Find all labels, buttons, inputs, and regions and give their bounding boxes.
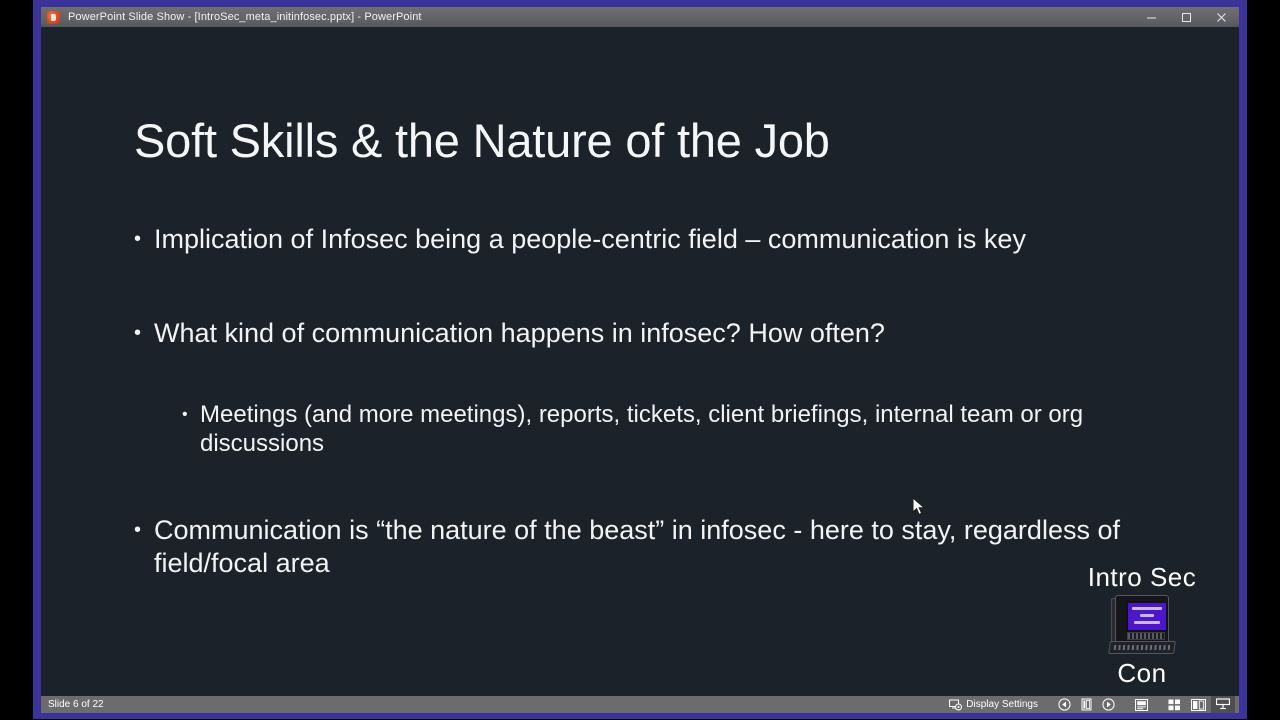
display-settings-button[interactable]: Display Settings: [944, 696, 1043, 713]
maximize-icon: [1182, 12, 1191, 22]
minimize-icon: [1147, 17, 1156, 18]
powerpoint-slideshow-window: PowerPoint Slide Show - [IntroSec_meta_i…: [41, 7, 1239, 713]
reading-view-icon: [1191, 698, 1206, 711]
sub-bullet-item: • Meetings (and more meetings), reports,…: [182, 400, 1144, 458]
slide-body-content: • Implication of Infosec being a people-…: [134, 223, 1144, 580]
bullet-marker: •: [182, 406, 188, 423]
window-controls: [1134, 7, 1239, 27]
bullet-marker: •: [134, 519, 142, 541]
bullet-text: Communication is “the nature of the beas…: [154, 515, 1120, 578]
pen-tools-button[interactable]: [1076, 696, 1097, 713]
bullet-text: What kind of communication happens in in…: [154, 318, 885, 348]
minimize-button[interactable]: [1134, 7, 1169, 27]
close-icon: [1217, 12, 1226, 22]
bullet-marker: •: [134, 228, 142, 250]
bullet-item: • What kind of communication happens in …: [134, 317, 1144, 350]
display-settings-icon: [949, 699, 963, 710]
retro-crt-computer-icon: [1108, 595, 1176, 657]
slide-counter: Slide 6 of 22: [48, 699, 104, 710]
window-title-bar: PowerPoint Slide Show - [IntroSec_meta_i…: [41, 7, 1239, 27]
slide-canvas[interactable]: Soft Skills & the Nature of the Job • Im…: [41, 27, 1239, 696]
window-title: PowerPoint Slide Show - [IntroSec_meta_i…: [68, 11, 422, 23]
branding-line-bottom: Con: [1117, 658, 1167, 688]
crt-screen: [1126, 601, 1168, 632]
crt-screen-text-line: [1140, 614, 1154, 617]
sub-bullet-text: Meetings (and more meetings), reports, t…: [200, 401, 1084, 457]
bullet-item: • Implication of Infosec being a people-…: [134, 223, 1144, 256]
status-bar-controls: Display Settings: [944, 696, 1235, 713]
circle-left-arrow-icon: [1058, 698, 1071, 711]
maximize-button[interactable]: [1169, 7, 1204, 27]
close-button[interactable]: [1204, 7, 1239, 27]
slide-title: Soft Skills & the Nature of the Job: [134, 114, 830, 167]
bullet-item: • Communication is “the nature of the be…: [134, 514, 1144, 580]
crt-vent-grille: [1127, 632, 1165, 640]
pen-icon: [1081, 698, 1092, 711]
display-settings-label: Display Settings: [966, 699, 1038, 710]
powerpoint-icon: [47, 10, 60, 24]
bullet-marker: •: [134, 322, 142, 344]
crt-keyboard: [1108, 641, 1176, 654]
crt-screen-text-line: [1134, 621, 1160, 624]
conference-branding: Intro Sec Con: [1067, 564, 1217, 686]
reading-view-button[interactable]: [1186, 696, 1211, 713]
previous-slide-button[interactable]: [1053, 696, 1076, 713]
grid-icon: [1168, 699, 1180, 710]
screen: PowerPoint Slide Show - [IntroSec_meta_i…: [0, 0, 1280, 720]
next-slide-button[interactable]: [1097, 696, 1120, 713]
slide-sorter-button[interactable]: [1163, 696, 1186, 713]
presenter-notes-button[interactable]: [1130, 696, 1153, 713]
projector-screen-icon: [1216, 698, 1230, 710]
branding-line-top: Intro Sec: [1087, 562, 1197, 592]
slideshow-status-bar: Slide 6 of 22 Display Settings: [41, 696, 1239, 713]
circle-right-arrow-icon: [1102, 698, 1115, 711]
crt-screen-text-line: [1132, 607, 1162, 610]
slideshow-view-button[interactable]: [1211, 696, 1235, 713]
notes-panel-icon: [1135, 698, 1148, 711]
bullet-text: Implication of Infosec being a people-ce…: [154, 224, 1026, 254]
